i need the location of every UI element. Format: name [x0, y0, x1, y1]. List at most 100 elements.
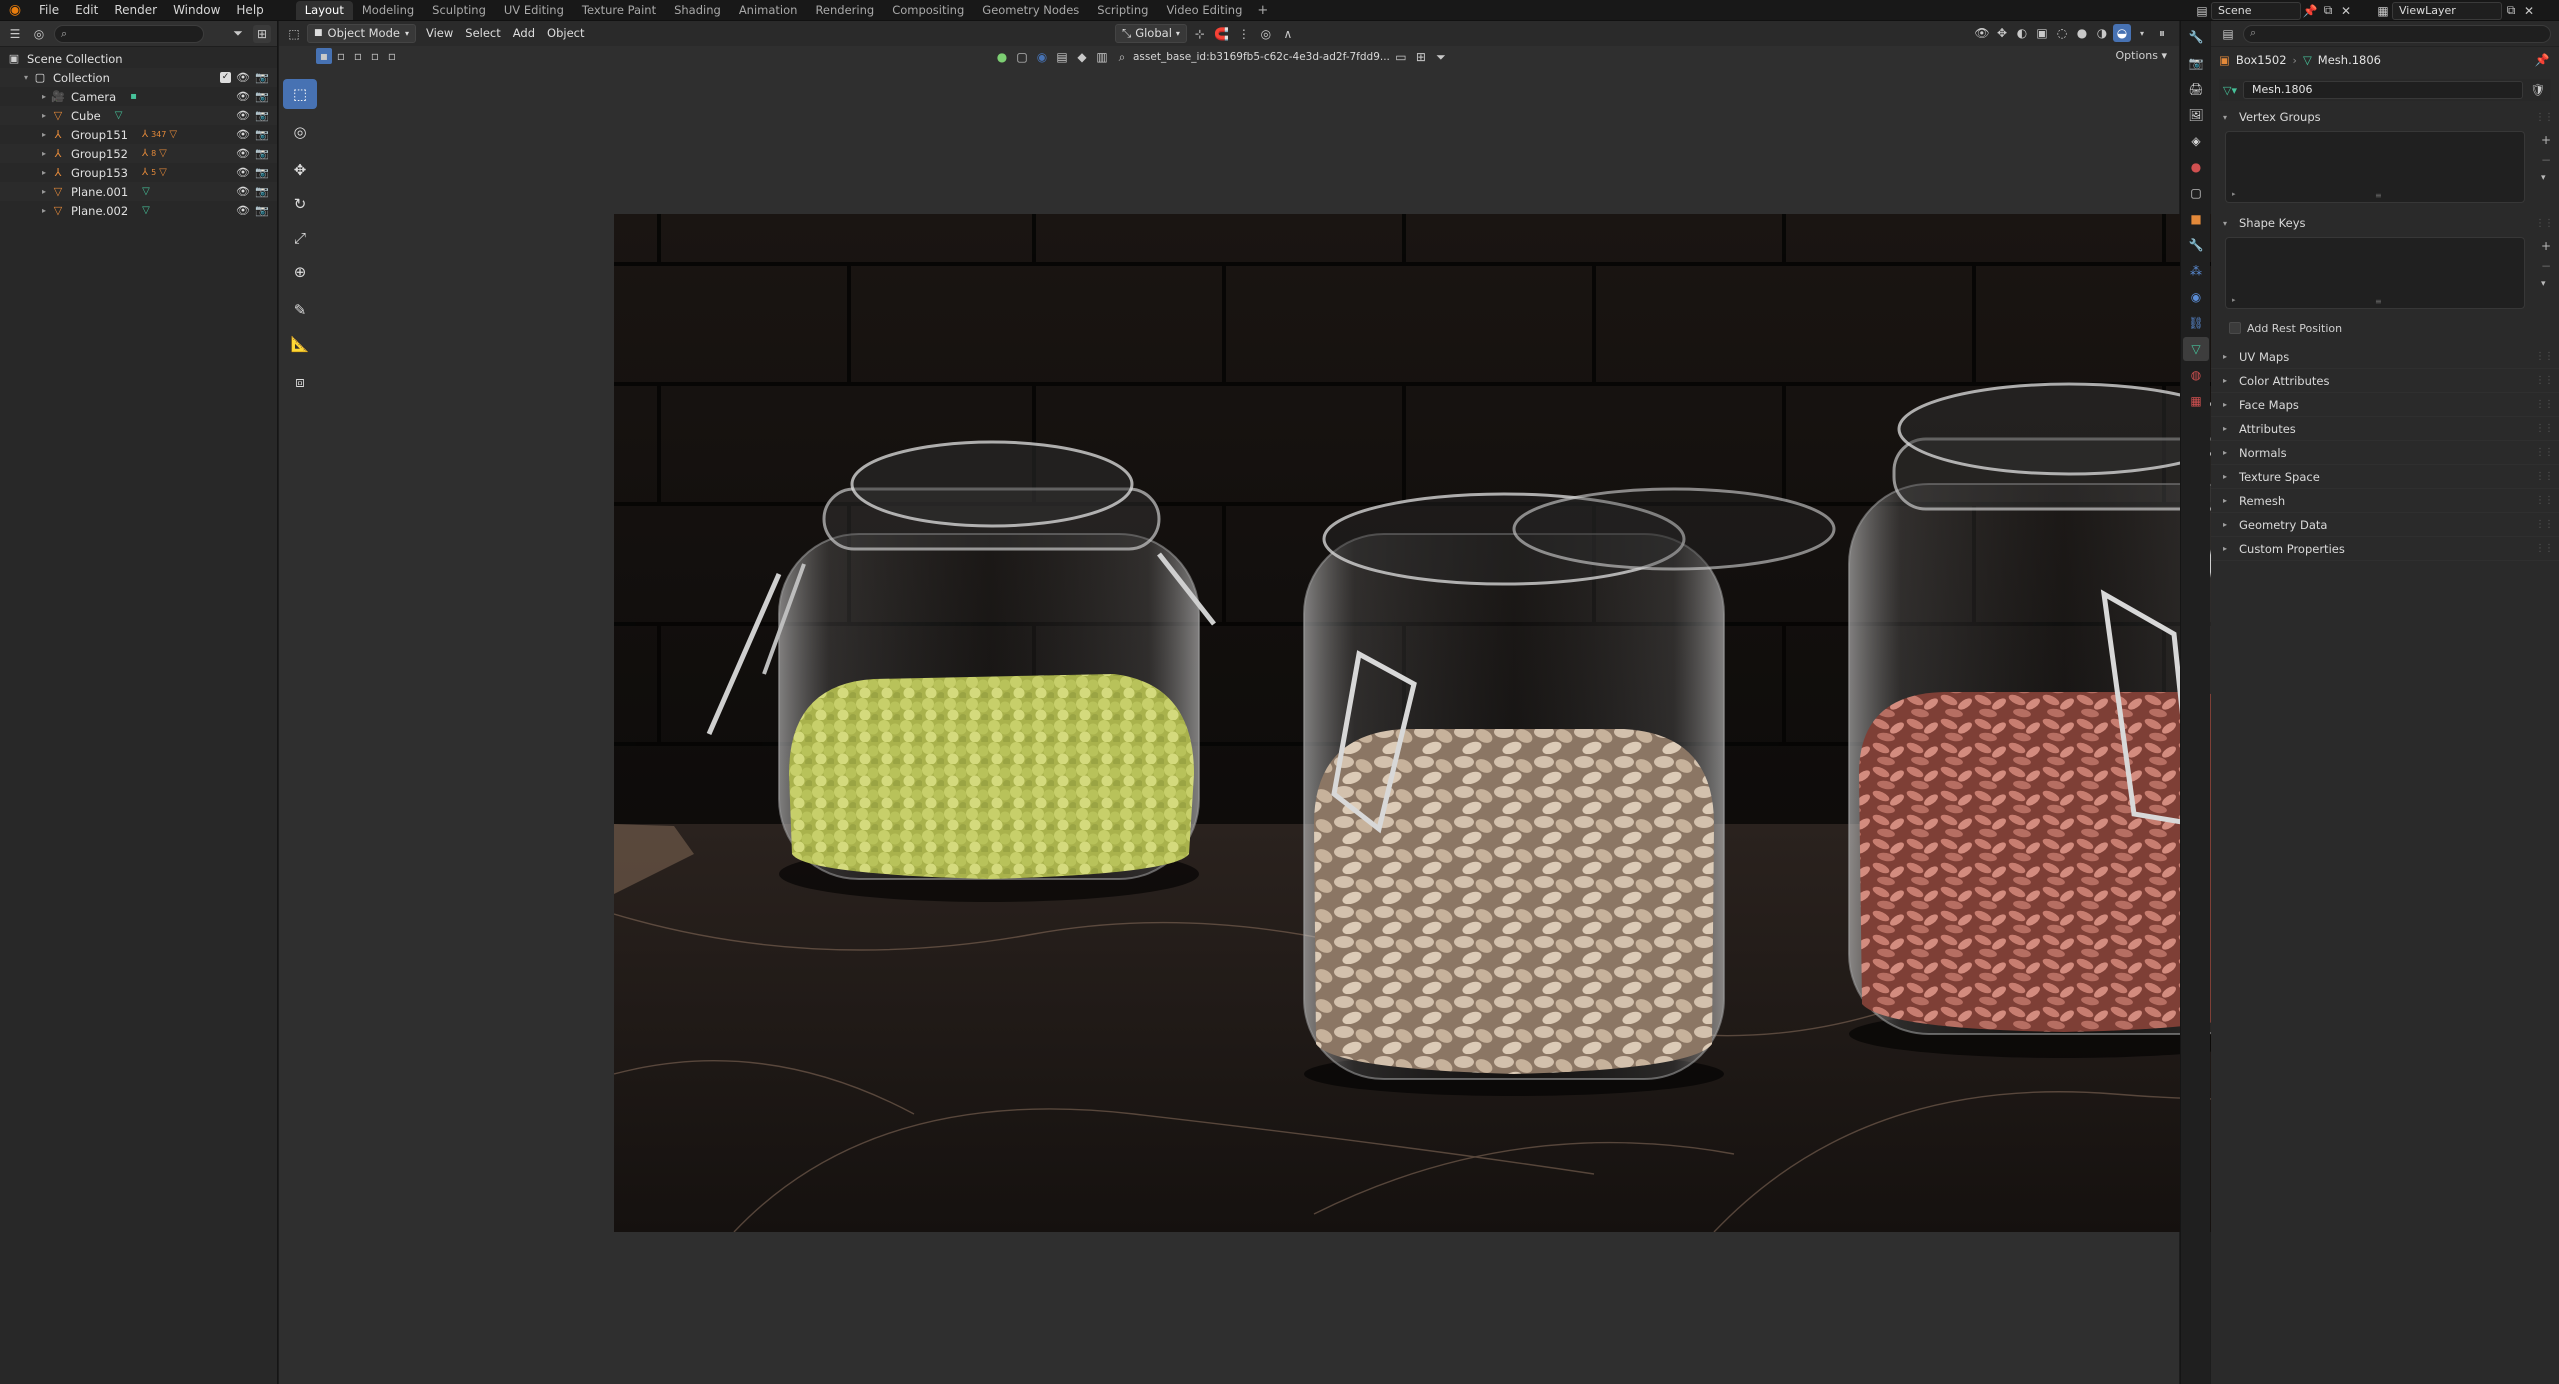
outliner-item-cube[interactable]: ▸ ▽ Cube ▽ 👁 📷 [0, 106, 277, 125]
viewport-menu-add[interactable]: Add [507, 24, 541, 43]
render-camera-icon[interactable]: 📷 [255, 147, 269, 161]
expand-down-icon[interactable]: ▾ [20, 73, 32, 82]
panel-normals-header[interactable]: ▸ Normals ⋮⋮ [2211, 441, 2559, 465]
drag-handle-icon[interactable]: ⋮⋮ [2535, 423, 2554, 434]
asset-icon-5[interactable]: ▥ [1093, 48, 1111, 66]
options-dropdown[interactable]: Options ▾ [2116, 49, 2167, 62]
chevron-down-icon[interactable]: ▾ [2541, 173, 2551, 183]
add-rest-position-checkbox[interactable]: Add Rest Position [2211, 317, 2559, 339]
scene-name-field[interactable]: Scene [2211, 1, 2301, 20]
annotate-icon[interactable]: ✎ [283, 295, 317, 325]
panel-face-maps-header[interactable]: ▸ Face Maps ⋮⋮ [2211, 393, 2559, 417]
filter-icon[interactable]: ⏷ [229, 25, 247, 43]
view-layer-selector[interactable]: ▦ ViewLayer ⧉ ✕ [2374, 1, 2538, 20]
eye-icon[interactable]: 👁 [236, 128, 250, 142]
object-tab-icon[interactable]: ■ [2183, 207, 2209, 231]
world-tab-icon[interactable]: ● [2183, 155, 2209, 179]
tab-sculpting[interactable]: Sculpting [423, 1, 495, 20]
outliner-item-camera[interactable]: ▸ 🎥 Camera ▪ 👁 📷 [0, 87, 277, 106]
vertex-groups-list[interactable]: ▸ ≡ [2225, 131, 2525, 203]
menu-render[interactable]: Render [106, 0, 165, 21]
new-collection-icon[interactable]: ⊞ [253, 24, 271, 43]
drag-handle-icon[interactable]: ⋮⋮ [2535, 519, 2554, 530]
new-view-layer-icon[interactable]: ⧉ [2502, 2, 2520, 20]
tab-layout[interactable]: Layout [295, 0, 353, 20]
mesh-data-icon[interactable]: ▽ [142, 186, 150, 197]
tab-scripting[interactable]: Scripting [1088, 1, 1157, 20]
asset-icon-1[interactable]: ▢ [1013, 48, 1031, 66]
fake-user-icon[interactable]: 🛡 [2529, 81, 2547, 99]
tool-tab-icon[interactable]: 🔧 [2183, 25, 2209, 49]
outliner-item-group153[interactable]: ▸ ⅄ Group153 ⅄ 5 ▽ 👁 📷 [0, 163, 277, 182]
tab-geometry-nodes[interactable]: Geometry Nodes [973, 1, 1088, 20]
expand-right-icon[interactable]: ▸ [38, 149, 50, 158]
eye-icon[interactable]: 👁 [236, 147, 250, 161]
select-intersect-icon[interactable]: ▫ [384, 48, 400, 64]
material-tab-icon[interactable]: ◍ [2183, 363, 2209, 387]
add-icon[interactable]: + [2541, 239, 2551, 253]
resize-handle-icon[interactable]: ≡ [2375, 191, 2382, 200]
add-workspace-button[interactable]: + [1251, 3, 1274, 18]
select-extend-icon[interactable]: ▫ [333, 48, 349, 64]
tab-modeling[interactable]: Modeling [353, 1, 423, 20]
mesh-name-field[interactable]: Mesh.1806 [2242, 81, 2523, 99]
drag-handle-icon[interactable]: ⋮⋮ [2535, 399, 2554, 410]
scale-icon[interactable]: ⤢ [283, 223, 317, 253]
resize-handle-icon[interactable]: ≡ [2375, 297, 2382, 306]
select-new-icon[interactable]: ▪ [316, 48, 332, 64]
remove-icon[interactable]: − [2541, 153, 2551, 167]
gizmo-icon[interactable]: ✥ [1993, 24, 2011, 42]
mesh-data-icon[interactable]: ▽ [142, 205, 150, 216]
pin-icon[interactable]: 📌 [2301, 2, 2319, 20]
remove-icon[interactable]: − [2541, 259, 2551, 273]
eye-icon[interactable]: 👁 [236, 166, 250, 180]
chevron-down-icon[interactable]: ▾ [2541, 279, 2551, 289]
exclude-checkbox-icon[interactable]: ✓ [220, 72, 231, 83]
drag-handle-icon[interactable]: ⋮⋮ [2535, 112, 2554, 123]
snap-target-icon[interactable]: ⋮ [1235, 25, 1253, 43]
asset-dropdown-icon[interactable]: ▭ [1392, 48, 1410, 66]
eye-icon[interactable]: 👁 [236, 204, 250, 218]
falloff-icon[interactable]: ∧ [1279, 25, 1297, 43]
tab-shading[interactable]: Shading [665, 1, 730, 20]
expand-right-icon[interactable]: ▸ [38, 168, 50, 177]
menu-help[interactable]: Help [228, 0, 271, 21]
asset-search-icon[interactable]: ⌕ [1113, 48, 1131, 66]
editor-type-icon[interactable]: ☰ [6, 25, 24, 43]
outliner-item-scene-collection[interactable]: ▣ Scene Collection [0, 49, 277, 68]
expand-right-icon[interactable]: ▸ [2232, 190, 2236, 198]
add-cube-icon[interactable]: ⧈ [283, 367, 317, 397]
mesh-data-icon[interactable]: ▽ [115, 110, 123, 121]
asset-icon-4[interactable]: ◆ [1073, 48, 1091, 66]
close-icon[interactable]: ✕ [2520, 2, 2538, 20]
outliner-item-plane-001[interactable]: ▸ ▽ Plane.001 ▽ 👁 📷 [0, 182, 277, 201]
collection-tab-icon[interactable]: ▢ [2183, 181, 2209, 205]
shape-keys-list[interactable]: ▸ ≡ [2225, 237, 2525, 309]
rendered-view[interactable] [614, 214, 2424, 1232]
snap-icon[interactable]: 🧲 [1213, 25, 1231, 43]
render-camera-icon[interactable]: 📷 [255, 185, 269, 199]
xray-icon[interactable]: ▣ [2033, 24, 2051, 42]
panel-custom-properties-header[interactable]: ▸ Custom Properties ⋮⋮ [2211, 537, 2559, 561]
texture-tab-icon[interactable]: ▦ [2183, 389, 2209, 413]
editor-type-icon[interactable]: ▤ [2219, 25, 2237, 43]
rendered-shading-icon[interactable]: ◒ [2113, 24, 2131, 42]
measure-icon[interactable]: 📐 [283, 329, 317, 359]
drag-handle-icon[interactable]: ⋮⋮ [2535, 471, 2554, 482]
panel-texture-space-header[interactable]: ▸ Texture Space ⋮⋮ [2211, 465, 2559, 489]
3d-viewport[interactable]: ⬚ ■ Object Mode ▾ View Select Add Object ⤡ … [279, 21, 2424, 1384]
add-icon[interactable]: + [2541, 133, 2551, 147]
render-camera-icon[interactable]: 📷 [255, 166, 269, 180]
panel-vertex-groups-header[interactable]: ▾ Vertex Groups ⋮⋮ [2211, 105, 2559, 129]
properties-search-input[interactable]: ⌕ [2243, 24, 2551, 43]
tab-rendering[interactable]: Rendering [806, 1, 883, 20]
chevron-down-icon[interactable]: ▾ [2133, 24, 2151, 42]
children-count[interactable]: ⅄ 5 ▽ [142, 167, 167, 178]
children-count[interactable]: ⅄ 347 ▽ [142, 129, 177, 140]
outliner-item-plane-002[interactable]: ▸ ▽ Plane.002 ▽ 👁 📷 [0, 201, 277, 220]
eye-icon[interactable]: 👁 [236, 109, 250, 123]
expand-right-icon[interactable]: ▸ [38, 206, 50, 215]
mode-dropdown[interactable]: ■ Object Mode ▾ [307, 24, 416, 43]
render-camera-icon[interactable]: 📷 [255, 90, 269, 104]
blender-logo-icon[interactable]: ◉ [5, 0, 25, 20]
